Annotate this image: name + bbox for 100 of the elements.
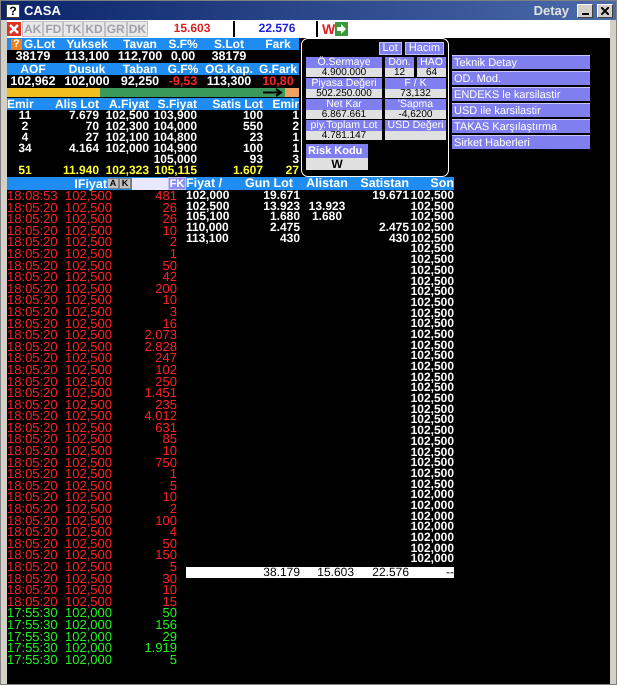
menu-item[interactable]: TAKAS Karşılaştırma	[452, 119, 590, 133]
price-cell-text: 102,000	[65, 607, 113, 619]
field-label: F / K	[385, 78, 446, 89]
unit-button[interactable]: Hacim	[404, 42, 444, 55]
stat-value: 113,300	[206, 74, 252, 87]
time-cell-text: 18:05:20	[7, 340, 59, 352]
arrow-icon[interactable]	[335, 22, 348, 36]
risk-value: W	[306, 158, 368, 170]
time-cell-text: 18:05:20	[7, 410, 59, 422]
table-cell-text: 102,000	[410, 553, 454, 564]
field-label: HAO	[417, 57, 446, 68]
time-cell-text: 18:05:20	[7, 433, 59, 446]
stat-value: 113,100	[64, 50, 110, 62]
time-cell-text: 18:05:20	[7, 213, 59, 225]
price-cell-text: 102,500	[65, 422, 113, 434]
help-icon[interactable]: ?	[10, 38, 22, 50]
table-cell-text: 102,500	[410, 436, 454, 447]
table-cell-text: 100	[242, 143, 263, 154]
table-cell-text: 11	[18, 110, 32, 121]
w-label: W	[322, 21, 336, 37]
total-cell-text: 102,323	[104, 165, 149, 176]
price-cell-text: 102,500	[65, 433, 113, 446]
table-cell-text: 102,500	[410, 264, 454, 276]
minimize-button[interactable]	[577, 4, 593, 18]
time-cell-text: 17:55:30	[7, 630, 59, 642]
lot-cell-text: 1.919	[143, 642, 177, 654]
table-cell-text: 102,500	[410, 350, 454, 362]
table-cell-text: 1	[291, 143, 299, 154]
menu-item[interactable]: Sirket Haberleri	[452, 135, 590, 149]
fk-button[interactable]: FK	[168, 177, 186, 190]
price-cell-text: 102,500	[65, 572, 113, 584]
column-header: Alis Lot	[54, 98, 99, 110]
filter-field[interactable]	[132, 178, 168, 190]
column-header: Son	[429, 177, 454, 190]
price-cell-text: 102,500	[65, 387, 113, 399]
table-cell-text: 2	[291, 121, 299, 132]
detail-label: Detay	[534, 3, 569, 18]
stat-value: 102,000	[63, 74, 111, 87]
price-cell-text: 102,500	[65, 271, 113, 283]
stat-header: S.F%	[167, 38, 199, 50]
price-cell-text: 102,500	[65, 596, 113, 608]
field-value: 4.900.000	[306, 68, 382, 77]
table-cell-text: 102,300	[104, 121, 149, 132]
table-cell-text: 102,500	[410, 276, 454, 286]
lot-cell-text: 1.451	[143, 387, 177, 399]
stat-value: 0,00	[170, 50, 196, 62]
time-cell-text: 17:55:30	[7, 618, 59, 631]
column-header: Alistan	[305, 177, 349, 190]
total-cell-text: 105,115	[153, 165, 197, 176]
total-cell-text: 11.940	[62, 165, 99, 176]
total-cell-text: --	[445, 567, 454, 578]
table-cell-text: 102,500	[410, 468, 454, 479]
lot-cell-text: 4.012	[143, 410, 177, 422]
window-title: CASA	[24, 3, 62, 18]
menu-item[interactable]: USD ile karsilastir	[452, 103, 590, 117]
table-cell-text: 102,500	[410, 478, 454, 490]
table-cell-text: 102,500	[410, 318, 454, 329]
close-button[interactable]	[597, 4, 613, 18]
price-cell-text: 102,500	[65, 202, 113, 214]
lot-cell-text: 2.828	[143, 340, 177, 352]
lot-cell-text: 10	[162, 294, 177, 306]
table-cell-text: 102,500	[410, 361, 454, 372]
table-cell-text: 102,500	[186, 200, 230, 212]
lot-cell-text: 15	[162, 596, 177, 608]
price-cell-text: 102,500	[65, 398, 113, 410]
time-cell-text: 18:05:20	[7, 364, 59, 376]
price-cell-text: 102,500	[65, 526, 113, 538]
table-cell-text: 102,500	[410, 372, 454, 382]
menu-item[interactable]: Teknik Detay	[452, 55, 590, 69]
table-cell-text: 102,000	[410, 500, 454, 511]
price-cell-text: 102,500	[65, 340, 113, 352]
stat-value: 92,250	[120, 74, 160, 87]
column-header: A.Fiyat	[108, 98, 149, 110]
time-cell-text: 18:05:20	[7, 318, 59, 330]
price-cell-text: 102,000	[65, 630, 113, 642]
unit-button[interactable]: Lot	[378, 42, 402, 55]
filter-button[interactable]: K	[119, 178, 131, 189]
field-value: -4,6200	[385, 110, 446, 119]
menu-item[interactable]: OD. Mod.	[452, 71, 590, 85]
table-cell-text: 105,100	[186, 211, 230, 222]
time-cell-text: 18:05:20	[7, 480, 59, 492]
lot-cell-text: 102	[154, 364, 177, 376]
field-value: 502.250.000	[306, 89, 382, 98]
filter-button[interactable]: A	[107, 178, 119, 189]
time-cell-text: 18:05:20	[7, 398, 59, 410]
lot-cell-text: 50	[162, 607, 177, 619]
menu-item[interactable]: ENDEKS le karsilastir	[452, 87, 590, 101]
price-cell-text: 102,000	[65, 654, 113, 666]
table-cell-text: 1	[291, 132, 299, 143]
table-cell-text: 102,500	[410, 382, 454, 394]
table-cell-text: 430	[388, 232, 409, 244]
table-cell-text: 113,100	[186, 232, 230, 244]
lot-cell-text: 2.073	[143, 329, 177, 341]
table-cell-text: 2.475	[268, 222, 300, 233]
arrow-icon	[263, 88, 299, 97]
table-cell-text: 102,500	[410, 340, 454, 350]
close-icon[interactable]	[7, 22, 21, 36]
lot-cell-text: 631	[155, 422, 177, 434]
table-cell-text: 105,000	[152, 154, 197, 165]
table-cell-text: 103,900	[152, 110, 197, 121]
